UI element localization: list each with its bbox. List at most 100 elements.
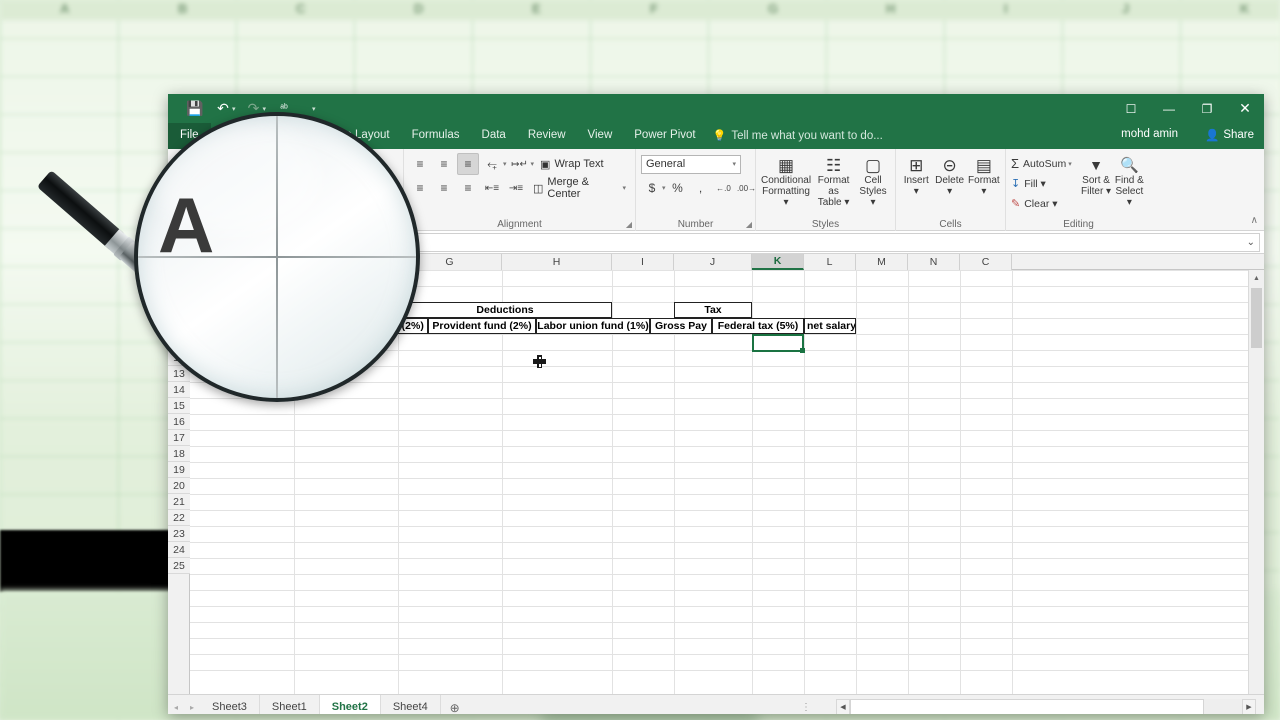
selected-cell-K7[interactable] — [752, 334, 805, 353]
grow-font-icon[interactable]: A· — [325, 153, 347, 175]
row-header-10[interactable]: 10 — [168, 318, 190, 334]
sheet-tab-sheet1[interactable]: Sheet1 — [260, 694, 320, 714]
font-color-dropdown-icon[interactable]: ▾ — [349, 184, 353, 192]
increase-indent-icon[interactable]: ⇥≡ — [505, 177, 527, 199]
align-bottom-icon[interactable]: ≡ — [457, 153, 479, 175]
merge-center-button[interactable]: ◫ Merge & Center ▾ — [529, 176, 630, 200]
fill-handle[interactable] — [800, 348, 805, 353]
row-header-21[interactable]: 21 — [168, 494, 190, 510]
cell-area[interactable]: AllowancesDeductions Tax ical (3%)Accomuda… — [190, 270, 1248, 694]
format-as-table-button[interactable]: ☷ Format as Table ▾ — [813, 154, 854, 208]
row-header-16[interactable]: 16 — [168, 414, 190, 430]
scroll-up-icon[interactable]: ▲ — [1249, 270, 1264, 286]
delete-dropdown-icon[interactable]: ▾ — [947, 186, 952, 197]
row-header-9[interactable]: 9 — [168, 302, 190, 318]
table-header-cell[interactable]: Labor union fund (1%) — [536, 318, 650, 334]
autosum-dropdown-icon[interactable]: ▾ — [1068, 160, 1072, 168]
spelling-icon[interactable]: ᵃᵇ — [270, 98, 298, 120]
comma-style-icon[interactable]: , — [690, 177, 712, 199]
clear-button[interactable]: ✎ Clear ▾ — [1011, 194, 1079, 213]
account-name[interactable]: mohd amin — [1121, 128, 1178, 140]
column-header-E[interactable]: E — [190, 254, 294, 270]
group-header-cell[interactable]: Deductions — [398, 302, 612, 318]
group-header-cell[interactable]: Allowances — [190, 302, 398, 318]
ribbon-display-options-icon[interactable]: ☐ — [1112, 94, 1150, 123]
row-header-11[interactable]: 11 — [168, 334, 190, 350]
tab-home[interactable]: Home — [211, 123, 264, 149]
horizontal-scroll-track[interactable] — [850, 699, 1242, 714]
align-right-icon[interactable]: ≡ — [457, 177, 479, 199]
number-format-dropdown-icon[interactable]: ▾ — [732, 160, 736, 168]
scroll-right-icon[interactable]: ▶ — [1242, 699, 1256, 714]
row-header-14[interactable]: 14 — [168, 382, 190, 398]
horizontal-scrollbar[interactable]: ◀ ▶ — [836, 698, 1256, 714]
align-center-icon[interactable]: ≡ — [433, 177, 455, 199]
tell-me-box[interactable]: 💡 Tell me what you want to do... — [707, 123, 889, 149]
tab-view[interactable]: View — [577, 123, 624, 149]
text-direction-icon[interactable]: ↦↵ — [509, 153, 531, 175]
row-header-17[interactable]: 17 — [168, 430, 190, 446]
sort-filter-button[interactable]: ▼ Sort & Filter ▾ — [1079, 154, 1112, 213]
row-header-8[interactable]: 8 — [168, 286, 190, 302]
conditional-formatting-button[interactable]: ▦ Conditional Formatting ▾ — [761, 154, 811, 208]
font-size-dropdown-icon[interactable]: ▾ — [314, 160, 318, 168]
text-direction-dropdown-icon[interactable]: ▾ — [531, 160, 535, 168]
row-header-15[interactable]: 15 — [168, 398, 190, 414]
row-header-23[interactable]: 23 — [168, 526, 190, 542]
close-icon[interactable]: ✕ — [1226, 94, 1264, 123]
row-header-7[interactable]: 7 — [168, 270, 190, 286]
find-select-button[interactable]: 🔍 Find & Select ▾ — [1113, 154, 1146, 213]
column-header-G[interactable]: G — [398, 254, 502, 270]
percent-style-icon[interactable]: % — [667, 177, 689, 199]
alignment-dialog-launcher-icon[interactable]: ◢ — [626, 220, 632, 229]
add-sheet-icon[interactable]: ⊕ — [441, 701, 469, 715]
tab-power-pivot[interactable]: Power Pivot — [623, 123, 706, 149]
column-header-F[interactable]: F — [294, 254, 398, 270]
orientation-icon[interactable]: ⥆ — [481, 153, 503, 175]
sheet-tab-sheet3[interactable]: Sheet3 — [200, 694, 260, 714]
sheet-tab-splitter[interactable]: ⋮ — [801, 702, 812, 713]
customize-qat-icon[interactable]: ▾ — [312, 105, 316, 113]
shrink-font-icon[interactable]: A· — [349, 153, 371, 175]
insert-cells-button[interactable]: ⊞ Insert ▾ — [901, 154, 931, 197]
font-dialog-launcher-icon[interactable]: ◢ — [394, 220, 400, 229]
restore-icon[interactable]: ❐ — [1188, 94, 1226, 123]
save-icon[interactable]: 💾 — [181, 98, 209, 120]
delete-cells-button[interactable]: ⊝ Delete ▾ — [933, 154, 965, 197]
row-header-22[interactable]: 22 — [168, 510, 190, 526]
align-left-icon[interactable]: ≡ — [409, 177, 431, 199]
font-name-dropdown-icon[interactable]: ▾ — [277, 160, 281, 168]
row-header-19[interactable]: 19 — [168, 462, 190, 478]
table-header-cell[interactable]: Federal tax (5%) — [712, 318, 804, 334]
orientation-dropdown-icon[interactable]: ▾ — [503, 160, 507, 168]
currency-icon[interactable]: $ — [641, 177, 663, 199]
column-header-L[interactable]: L — [804, 254, 856, 270]
fill-color-dropdown-icon[interactable]: ▾ — [321, 184, 325, 192]
insert-dropdown-icon[interactable]: ▾ — [914, 186, 919, 197]
row-header-20[interactable]: 20 — [168, 478, 190, 494]
tab-file[interactable]: File — [168, 123, 211, 149]
table-header-cell[interactable]: net salary — [804, 318, 856, 334]
sheet-nav-next-icon[interactable]: ▸ — [184, 703, 200, 712]
scroll-left-icon[interactable]: ◀ — [836, 699, 850, 714]
vertical-scroll-thumb[interactable] — [1251, 288, 1262, 348]
horizontal-scroll-thumb[interactable] — [850, 699, 1204, 714]
table-header-cell[interactable]: ical (3%) — [190, 318, 220, 334]
increase-decimal-icon[interactable]: ←.0 — [713, 177, 735, 199]
wrap-text-button[interactable]: ▣ Wrap Text — [536, 153, 608, 175]
redo-dropdown-icon[interactable]: ▾ — [263, 105, 267, 113]
fill-color-icon[interactable]: ✎ — [299, 177, 321, 199]
row-header-12[interactable]: 12 — [168, 350, 190, 366]
column-header-K[interactable]: K — [752, 254, 804, 270]
column-header-J[interactable]: J — [674, 254, 752, 270]
table-header-cell[interactable]: Provident fund (2%) — [428, 318, 536, 334]
sheet-tab-sheet2[interactable]: Sheet2 — [319, 694, 381, 714]
table-header-cell[interactable]: Accomudation (4%) — [220, 318, 324, 334]
autosum-button[interactable]: Σ AutoSum ▾ — [1011, 154, 1079, 173]
font-color-icon[interactable]: A — [327, 177, 349, 199]
decrease-indent-icon[interactable]: ⇤≡ — [481, 177, 503, 199]
column-header-M[interactable]: M — [856, 254, 908, 270]
column-header-C[interactable]: C — [960, 254, 1012, 270]
number-dialog-launcher-icon[interactable]: ◢ — [746, 220, 752, 229]
tab-insert[interactable]: Insert — [263, 123, 314, 149]
